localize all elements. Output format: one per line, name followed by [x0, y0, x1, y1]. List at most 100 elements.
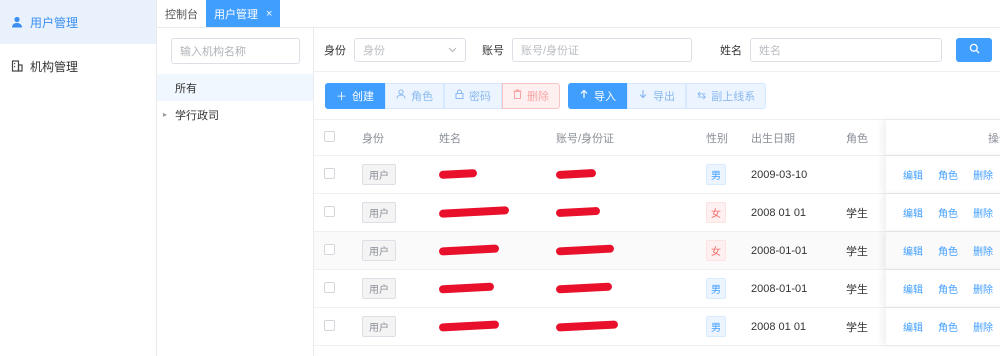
- column-header-birth: 出生日期: [751, 132, 795, 145]
- search-button[interactable]: [956, 37, 992, 62]
- tab-label: 用户管理: [214, 8, 258, 21]
- birth-date: 2008-01-01: [751, 282, 808, 295]
- sex-tag: 男: [706, 316, 726, 337]
- chevron-right-icon[interactable]: ▸: [163, 110, 173, 119]
- chevron-down-icon: [448, 44, 457, 56]
- redacted-name: [438, 168, 478, 179]
- sidebar-item-user-management[interactable]: 用户管理: [0, 0, 156, 44]
- switch-button[interactable]: ⇆ 副上线系: [686, 82, 767, 109]
- name-filter-label: 姓名: [720, 44, 742, 57]
- table-row[interactable]: 用户 男 2008 01 01 学生 编辑 角色 删除: [314, 308, 1000, 346]
- birth-date: 2008-01-01: [751, 244, 808, 257]
- edit-link[interactable]: 编辑: [903, 243, 938, 258]
- edit-link[interactable]: 编辑: [903, 319, 938, 334]
- role-link[interactable]: 角色: [938, 243, 973, 258]
- create-button[interactable]: ＋ 创建: [325, 82, 385, 109]
- row-ops: 编辑 角色 删除: [886, 194, 1000, 231]
- name-input-placeholder: 姓名: [759, 44, 781, 57]
- delete-link[interactable]: 删除: [973, 281, 1000, 296]
- row-checkbox[interactable]: [314, 167, 359, 182]
- redacted-account: [555, 319, 619, 332]
- swap-icon: ⇆: [697, 90, 707, 102]
- role-button[interactable]: 角色: [385, 82, 444, 109]
- app-root: 用户管理 机构管理 控制台 用户管理 × 输入机构名称 所有 ▸ 学行政司 身份…: [0, 0, 1000, 356]
- column-header-ops-cell: 操作: [886, 120, 1000, 155]
- org-search-input[interactable]: 输入机构名称: [171, 38, 300, 64]
- user-table: 身份 姓名 账号/身份证 性别 出生日期 角色 操作 用户 男 2009-03-…: [314, 120, 1000, 346]
- role-tag: 用户: [362, 316, 396, 337]
- role-link[interactable]: 角色: [938, 319, 973, 334]
- main-content: 身份 身份 账号 账号/身份证 姓名 姓名 ＋ 创建 角色 密码 删除 导入 导…: [314, 28, 1000, 356]
- select-all-checkbox[interactable]: [314, 130, 359, 145]
- role-link[interactable]: 角色: [938, 281, 973, 296]
- user-role: 学生: [846, 283, 868, 296]
- edit-link[interactable]: 编辑: [903, 167, 938, 182]
- row-checkbox[interactable]: [314, 205, 359, 220]
- delete-link[interactable]: 删除: [973, 319, 1000, 334]
- tree-node-all[interactable]: 所有: [157, 74, 313, 101]
- org-tree-panel: 输入机构名称 所有 ▸ 学行政司: [157, 28, 314, 356]
- redacted-name: [438, 319, 500, 332]
- account-filter-label: 账号: [482, 44, 504, 57]
- user-role: 学生: [846, 245, 868, 258]
- row-checkbox[interactable]: [314, 319, 359, 334]
- role-select-placeholder: 身份: [363, 44, 385, 57]
- row-checkbox[interactable]: [314, 281, 359, 296]
- redacted-name: [438, 205, 510, 218]
- role-filter-label: 身份: [324, 44, 346, 57]
- tab-user-management[interactable]: 用户管理 ×: [206, 0, 281, 27]
- sidebar-item-org-management[interactable]: 机构管理: [0, 44, 156, 88]
- column-header-role-name: 角色: [846, 132, 868, 145]
- tab-dashboard[interactable]: 控制台: [157, 0, 206, 27]
- password-button[interactable]: 密码: [444, 82, 502, 109]
- table-row[interactable]: 用户 男 2008-01-01 学生 编辑 角色 删除: [314, 270, 1000, 308]
- column-header-ops: 操作: [988, 132, 1000, 145]
- row-ops: 编辑 角色 删除: [886, 270, 1000, 307]
- role-tag: 用户: [362, 164, 396, 185]
- sex-tag: 男: [706, 164, 726, 185]
- delete-link[interactable]: 删除: [973, 167, 1000, 182]
- birth-date: 2008 01 01: [751, 206, 807, 219]
- table-row[interactable]: 用户 男 2009-03-10 编辑 角色 删除: [314, 156, 1000, 194]
- row-checkbox[interactable]: [314, 243, 359, 258]
- redacted-account: [555, 168, 597, 179]
- tree-node-label: 学行政司: [175, 109, 219, 122]
- tree-node-label: 所有: [175, 82, 197, 95]
- account-input[interactable]: 账号/身份证: [512, 37, 692, 62]
- delete-link[interactable]: 删除: [973, 205, 1000, 220]
- table-row[interactable]: 用户 女 2008-01-01 学生 编辑 角色 删除: [314, 232, 1000, 270]
- role-link[interactable]: 角色: [938, 205, 973, 220]
- tab-bar: 控制台 用户管理 ×: [157, 0, 1000, 28]
- sidebar: 用户管理 机构管理: [0, 0, 157, 356]
- switch-button-label: 副上线系: [711, 90, 756, 103]
- lock-icon: [455, 89, 464, 102]
- edit-link[interactable]: 编辑: [903, 281, 938, 296]
- filter-bar: 身份 身份 账号 账号/身份证 姓名 姓名: [314, 28, 1000, 72]
- export-button[interactable]: 导出: [627, 82, 686, 109]
- delete-button-label: 删除: [527, 90, 549, 103]
- tree-node-admin[interactable]: ▸ 学行政司: [157, 101, 313, 128]
- user-icon: [10, 15, 24, 29]
- user-icon: [396, 89, 406, 102]
- close-icon[interactable]: ×: [266, 8, 272, 20]
- table-row[interactable]: 用户 女 2008 01 01 学生 编辑 角色 删除: [314, 194, 1000, 232]
- sex-tag: 男: [706, 278, 726, 299]
- import-button[interactable]: 导入: [568, 82, 627, 109]
- delete-link[interactable]: 删除: [973, 243, 1000, 258]
- table-header: 身份 姓名 账号/身份证 性别 出生日期 角色 操作: [314, 120, 1000, 156]
- password-button-label: 密码: [469, 90, 491, 103]
- sex-tag: 女: [706, 240, 726, 261]
- name-input[interactable]: 姓名: [750, 37, 942, 62]
- building-icon: [10, 59, 24, 73]
- redacted-account: [555, 282, 613, 293]
- delete-button[interactable]: 删除: [502, 82, 560, 109]
- sex-tag: 女: [706, 202, 726, 223]
- role-select[interactable]: 身份: [354, 37, 466, 62]
- account-input-placeholder: 账号/身份证: [521, 44, 580, 57]
- redacted-account: [555, 206, 601, 217]
- search-icon: [969, 43, 980, 57]
- role-link[interactable]: 角色: [938, 167, 973, 182]
- edit-link[interactable]: 编辑: [903, 205, 938, 220]
- column-header-role: 身份: [362, 132, 384, 145]
- row-ops: 编辑 角色 删除: [886, 156, 1000, 193]
